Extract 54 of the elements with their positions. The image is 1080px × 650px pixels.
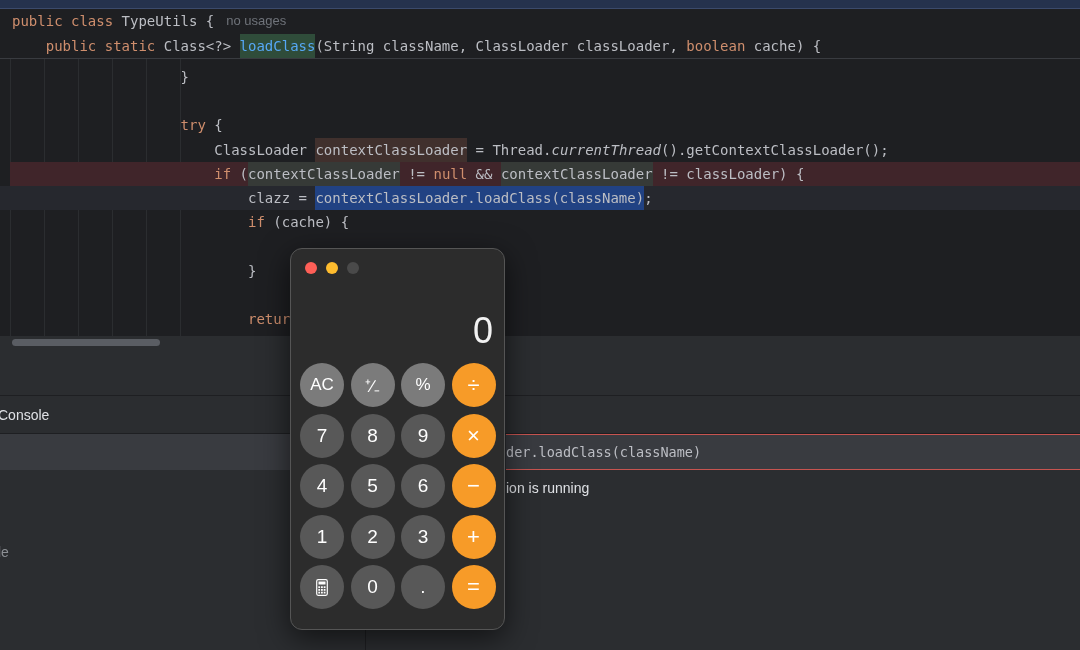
code-token: != classLoader) {: [660, 164, 805, 184]
code-token: contextClassLoader: [315, 137, 468, 162]
window-control[interactable]: [326, 262, 338, 274]
calculator-key[interactable]: 6: [401, 464, 445, 508]
calculator-key[interactable]: 0: [350, 565, 395, 609]
calculator-key[interactable]: 7: [300, 413, 344, 458]
code-token: clazz =: [247, 188, 308, 208]
code-token: }: [247, 261, 257, 281]
calculator-key[interactable]: 2: [350, 514, 395, 559]
code-token: contextClassLoader: [248, 161, 400, 186]
code-token: contextClassLoader: [500, 161, 653, 186]
code-token: (: [239, 164, 248, 184]
code-token: currentThread: [551, 140, 662, 160]
calculator-display: 0: [471, 311, 494, 351]
calculator-mode-button[interactable]: [300, 565, 344, 609]
code-token: &&: [475, 164, 494, 184]
code-token: retur: [247, 309, 291, 329]
calculator-key[interactable]: AC: [300, 363, 344, 407]
code-token: ().getContextClassLoader();: [661, 140, 889, 160]
code-token: ClassLoader: [213, 140, 308, 160]
code-token: null: [433, 164, 469, 184]
code-token: TypeUtils {: [121, 12, 215, 32]
code-token: }: [179, 68, 189, 87]
code-token: ;: [644, 188, 653, 208]
code-token: cache) {: [753, 36, 822, 56]
code-token: (cache) {: [273, 213, 350, 233]
code-token: Class<?>: [163, 36, 233, 56]
status-text: ion is running: [506, 480, 590, 496]
calculator-key[interactable]: .: [401, 565, 445, 609]
code-token: boolean: [686, 36, 747, 56]
code-token: if: [213, 164, 233, 184]
code-token: loadClass: [239, 33, 316, 58]
window-control[interactable]: [305, 262, 317, 274]
calculator-key[interactable]: 8: [350, 413, 395, 458]
code-token: try: [179, 116, 207, 136]
code-token: = Thread.: [474, 140, 552, 160]
calculator-key[interactable]: 1: [300, 514, 344, 559]
code-token: public class: [12, 12, 115, 32]
code-token: (String className, ClassLoader classLoader,: [315, 36, 679, 56]
calculator-key[interactable]: 9: [401, 413, 445, 458]
calculator-key[interactable]: %: [401, 363, 445, 407]
code-token: contextClassLoader.loadClass(className): [315, 185, 645, 211]
calculator-icon: [316, 578, 328, 596]
calculator-key[interactable]: ⁺∕₋: [350, 363, 395, 407]
calculator-key[interactable]: 5: [350, 464, 395, 508]
scrollbar-thumb[interactable]: [12, 339, 160, 346]
code-token: {: [214, 116, 223, 136]
code-token: if: [247, 213, 266, 233]
calculator-key[interactable]: 3: [401, 514, 445, 559]
usage-hint: no usages: [226, 12, 287, 31]
expression-field[interactable]: der.loadClass(className): [506, 434, 1080, 470]
code-token: public static: [44, 36, 157, 56]
code-token: !=: [407, 164, 427, 184]
calculator-key[interactable]: 4: [300, 464, 344, 508]
